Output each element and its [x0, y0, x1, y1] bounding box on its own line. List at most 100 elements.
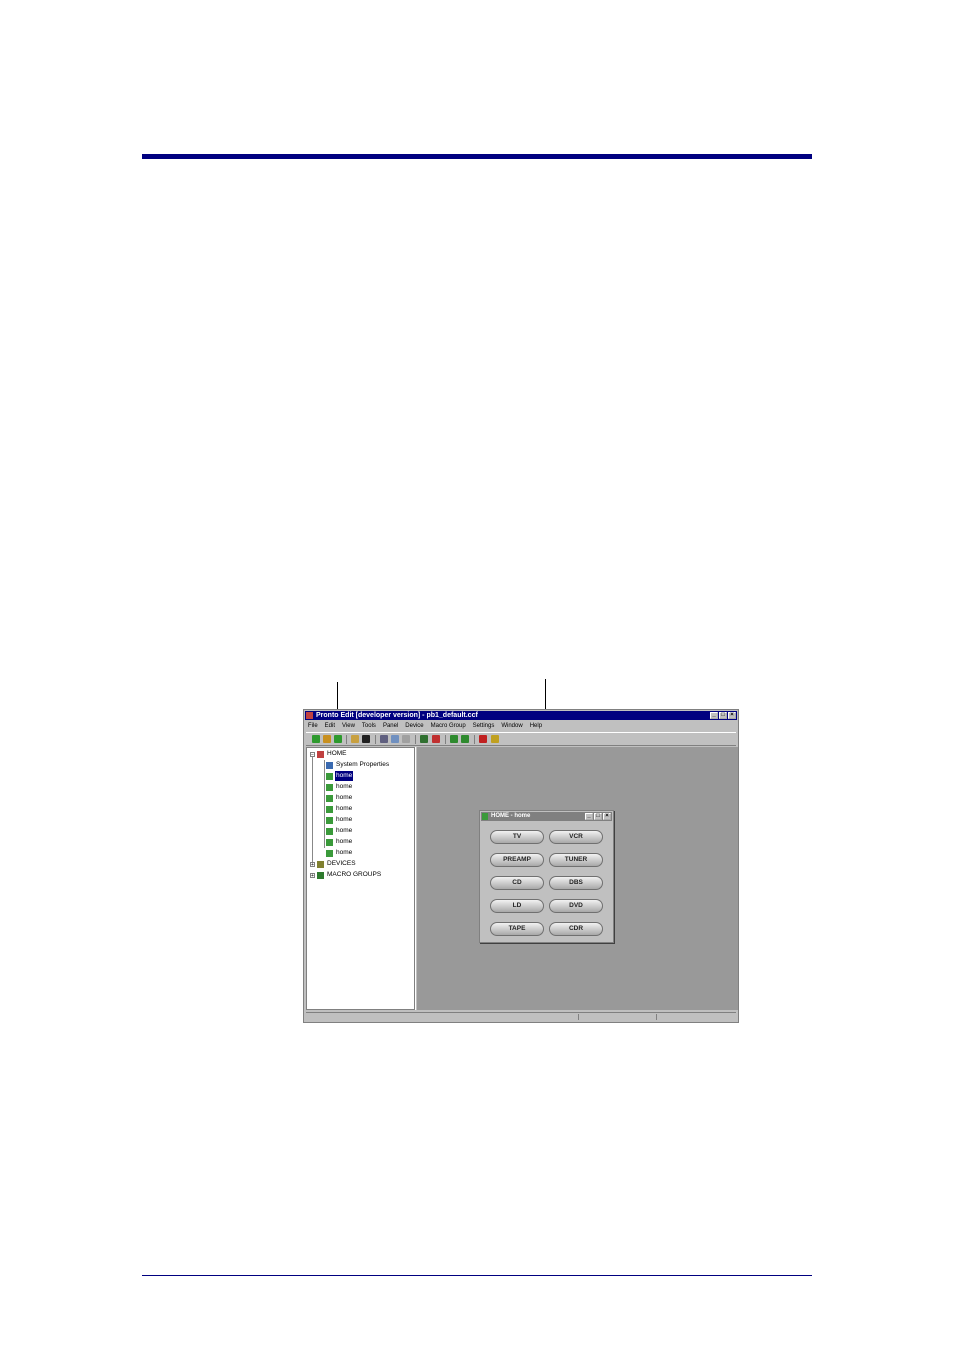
panel-icon [326, 827, 333, 835]
tree-node-label: HOME [327, 750, 347, 757]
tree-node-label: home [336, 805, 353, 812]
configuration-tree: − HOME System Properties home home home … [306, 747, 415, 1010]
tree-node-home[interactable]: HOME [317, 749, 348, 759]
tree-node-label: System Properties [336, 761, 390, 768]
paste-icon[interactable] [402, 735, 410, 743]
title-bar[interactable]: Pronto Edit [developer version] - pb1_de… [305, 711, 737, 720]
panel-window-icon [482, 813, 488, 820]
tree-node-panel[interactable]: home [326, 804, 353, 814]
tree-node-panel[interactable]: home [326, 848, 353, 858]
tree-node-panel[interactable]: home [326, 826, 353, 836]
tuner-button[interactable]: TUNER [549, 853, 603, 867]
macro-groups-expand-toggle[interactable]: + [310, 873, 315, 879]
panel-maximize-button[interactable]: □ [594, 813, 602, 820]
menu-file[interactable]: File [308, 721, 318, 731]
tree-node-label: DEVICES [327, 860, 356, 867]
status-pane [578, 1014, 579, 1020]
cdr-button[interactable]: CDR [549, 922, 603, 936]
panel-window-title: HOME - home [491, 813, 531, 819]
panel-icon [326, 849, 333, 857]
tree-node-label: home [336, 849, 353, 856]
tree-node-label: home [336, 794, 353, 801]
header-rule [142, 154, 812, 159]
system-properties-icon [326, 761, 333, 769]
menu-device[interactable]: Device [405, 721, 423, 731]
panel-icon [326, 783, 333, 791]
cd-button[interactable]: CD [490, 876, 544, 890]
menu-window[interactable]: Window [501, 721, 522, 731]
pin-icon[interactable] [491, 735, 499, 743]
tree-connector [324, 760, 325, 848]
save-disk-icon[interactable] [362, 735, 370, 743]
app-icon [306, 712, 313, 719]
open-folder-icon[interactable] [351, 735, 359, 743]
panel-icon [326, 772, 333, 780]
workspace-area: HOME - home _ □ × TV VCR PREAMP TUNER CD… [417, 747, 738, 1010]
panel-icon [326, 838, 333, 846]
panel-icon [326, 794, 333, 802]
panel-window: HOME - home _ □ × TV VCR PREAMP TUNER CD… [479, 810, 614, 943]
window-title: Pronto Edit [developer version] - pb1_de… [316, 712, 478, 719]
toolbar [306, 732, 736, 746]
heart-icon[interactable] [479, 735, 487, 743]
tv-button[interactable]: TV [490, 830, 544, 844]
menu-view[interactable]: View [342, 721, 355, 731]
ld-button[interactable]: LD [490, 899, 544, 913]
tree-node-panel[interactable]: home [326, 771, 354, 781]
tree-node-panel[interactable]: home [326, 837, 353, 847]
tree-node-devices[interactable]: DEVICES [317, 859, 357, 869]
dvd-button[interactable]: DVD [549, 899, 603, 913]
menu-help[interactable]: Help [530, 721, 542, 731]
vcr-button[interactable]: VCR [549, 830, 603, 844]
pronto-edit-window: Pronto Edit [developer version] - pb1_de… [303, 709, 739, 1023]
new-icon[interactable] [312, 735, 320, 743]
tree-node-label: home [336, 816, 353, 823]
menu-bar: File Edit View Tools Panel Device Macro … [306, 721, 736, 731]
status-bar [306, 1012, 736, 1021]
menu-panel[interactable]: Panel [383, 721, 398, 731]
dbs-button[interactable]: DBS [549, 876, 603, 890]
copy-icon[interactable] [391, 735, 399, 743]
toolbar-separator [445, 735, 446, 744]
maximize-button[interactable]: □ [719, 712, 727, 719]
sync-icon[interactable] [461, 735, 469, 743]
tape-button[interactable]: TAPE [490, 922, 544, 936]
tree-node-panel[interactable]: home [326, 782, 353, 792]
toolbar-separator [346, 735, 347, 744]
status-pane [656, 1014, 657, 1020]
cut-icon[interactable] [380, 735, 388, 743]
tree-node-panel[interactable]: home [326, 793, 353, 803]
panel-close-button[interactable]: × [603, 813, 611, 820]
home-collapse-toggle[interactable]: − [310, 752, 315, 758]
tree-node-macro-groups[interactable]: MACRO GROUPS [317, 870, 382, 880]
save-icon[interactable] [334, 735, 342, 743]
menu-edit[interactable]: Edit [325, 721, 335, 731]
minimize-button[interactable]: _ [710, 712, 718, 719]
house-icon [317, 750, 324, 758]
open-icon[interactable] [323, 735, 331, 743]
footer-rule [142, 1275, 812, 1276]
tree-connector [312, 757, 313, 865]
panel-minimize-button[interactable]: _ [585, 813, 593, 820]
tree-node-system-properties[interactable]: System Properties [326, 760, 390, 770]
tree-node-label: home [336, 783, 353, 790]
toolbar-separator [375, 735, 376, 744]
tree-node-label: home [336, 827, 353, 834]
panel-icon [326, 805, 333, 813]
grid-icon[interactable] [432, 735, 440, 743]
menu-settings[interactable]: Settings [473, 721, 495, 731]
close-button[interactable]: × [728, 712, 736, 719]
devices-expand-toggle[interactable]: + [310, 862, 315, 868]
tree-node-label: home [336, 838, 353, 845]
tree-node-panel[interactable]: home [326, 815, 353, 825]
tree-node-label: MACRO GROUPS [327, 871, 382, 878]
preamp-button[interactable]: PREAMP [490, 853, 544, 867]
menu-tools[interactable]: Tools [362, 721, 376, 731]
menu-macro-group[interactable]: Macro Group [431, 721, 466, 731]
refresh-icon[interactable] [450, 735, 458, 743]
macro-groups-icon [317, 871, 324, 879]
tree-node-label: home [335, 771, 354, 781]
zoom-icon[interactable] [420, 735, 428, 743]
panel-window-title-bar[interactable]: HOME - home _ □ × [481, 812, 612, 821]
toolbar-separator [474, 735, 475, 744]
